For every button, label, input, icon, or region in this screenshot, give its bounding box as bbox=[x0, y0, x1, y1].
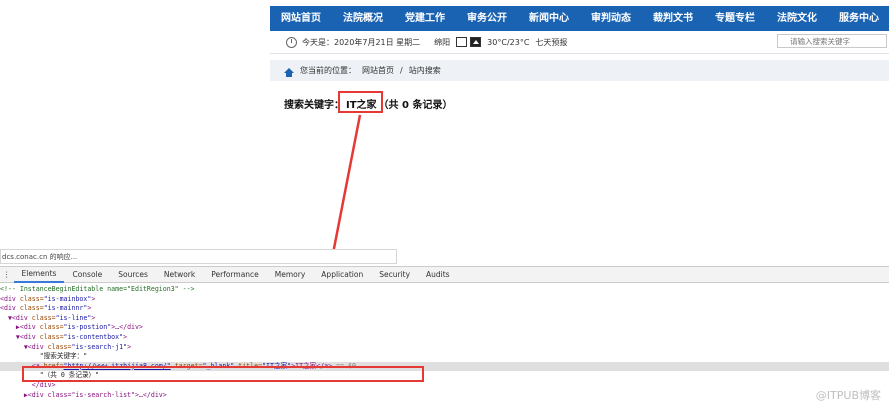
tab-application[interactable]: Application bbox=[313, 267, 371, 282]
dom-text-node-label[interactable]: "搜索关键字：" bbox=[0, 352, 889, 362]
dom-node-mainnr[interactable]: <div class="is-mainnr"> bbox=[0, 304, 889, 314]
dom-comment-line: <!-- InstanceBeginEditable name="EditReg… bbox=[0, 285, 195, 293]
dom-node-is-search-list[interactable]: ▶<div class="is-search-list">…</div> bbox=[0, 391, 889, 401]
devtools-select-icon[interactable]: ⋮ bbox=[0, 267, 14, 282]
dom-node-is-postion[interactable]: ▶<div class="is-postion">…</div> bbox=[0, 323, 889, 333]
tab-performance[interactable]: Performance bbox=[203, 267, 267, 282]
tab-elements[interactable]: Elements bbox=[13, 266, 65, 283]
dom-node-is-line[interactable]: ▼<div class="is-line"> bbox=[0, 314, 889, 324]
tab-console[interactable]: Console bbox=[64, 267, 110, 282]
dom-tree: <!-- InstanceBeginEditable name="EditReg… bbox=[0, 285, 889, 400]
tab-sources[interactable]: Sources bbox=[110, 267, 156, 282]
devtools-tab-bar: ⋮ Elements Console Sources Network Perfo… bbox=[0, 266, 889, 283]
tab-network[interactable]: Network bbox=[156, 267, 203, 282]
dom-closing-div[interactable]: </div> bbox=[0, 381, 889, 391]
code-highlight-box bbox=[22, 366, 424, 382]
tab-security[interactable]: Security bbox=[371, 267, 418, 282]
devtools-url: dcs.conac.cn 的响应... bbox=[0, 249, 397, 264]
dom-node-is-search-j1[interactable]: ▼<div class="is-search-j1"> bbox=[0, 343, 889, 353]
watermark: @ITPUB博客 bbox=[815, 389, 881, 402]
tab-memory[interactable]: Memory bbox=[267, 267, 314, 282]
dom-node-mainbox[interactable]: <div class="is-mainbox"> bbox=[0, 295, 889, 305]
dom-node-is-contentbox[interactable]: ▼<div class="is-contentbox"> bbox=[0, 333, 889, 343]
tab-audits[interactable]: Audits bbox=[418, 267, 458, 282]
